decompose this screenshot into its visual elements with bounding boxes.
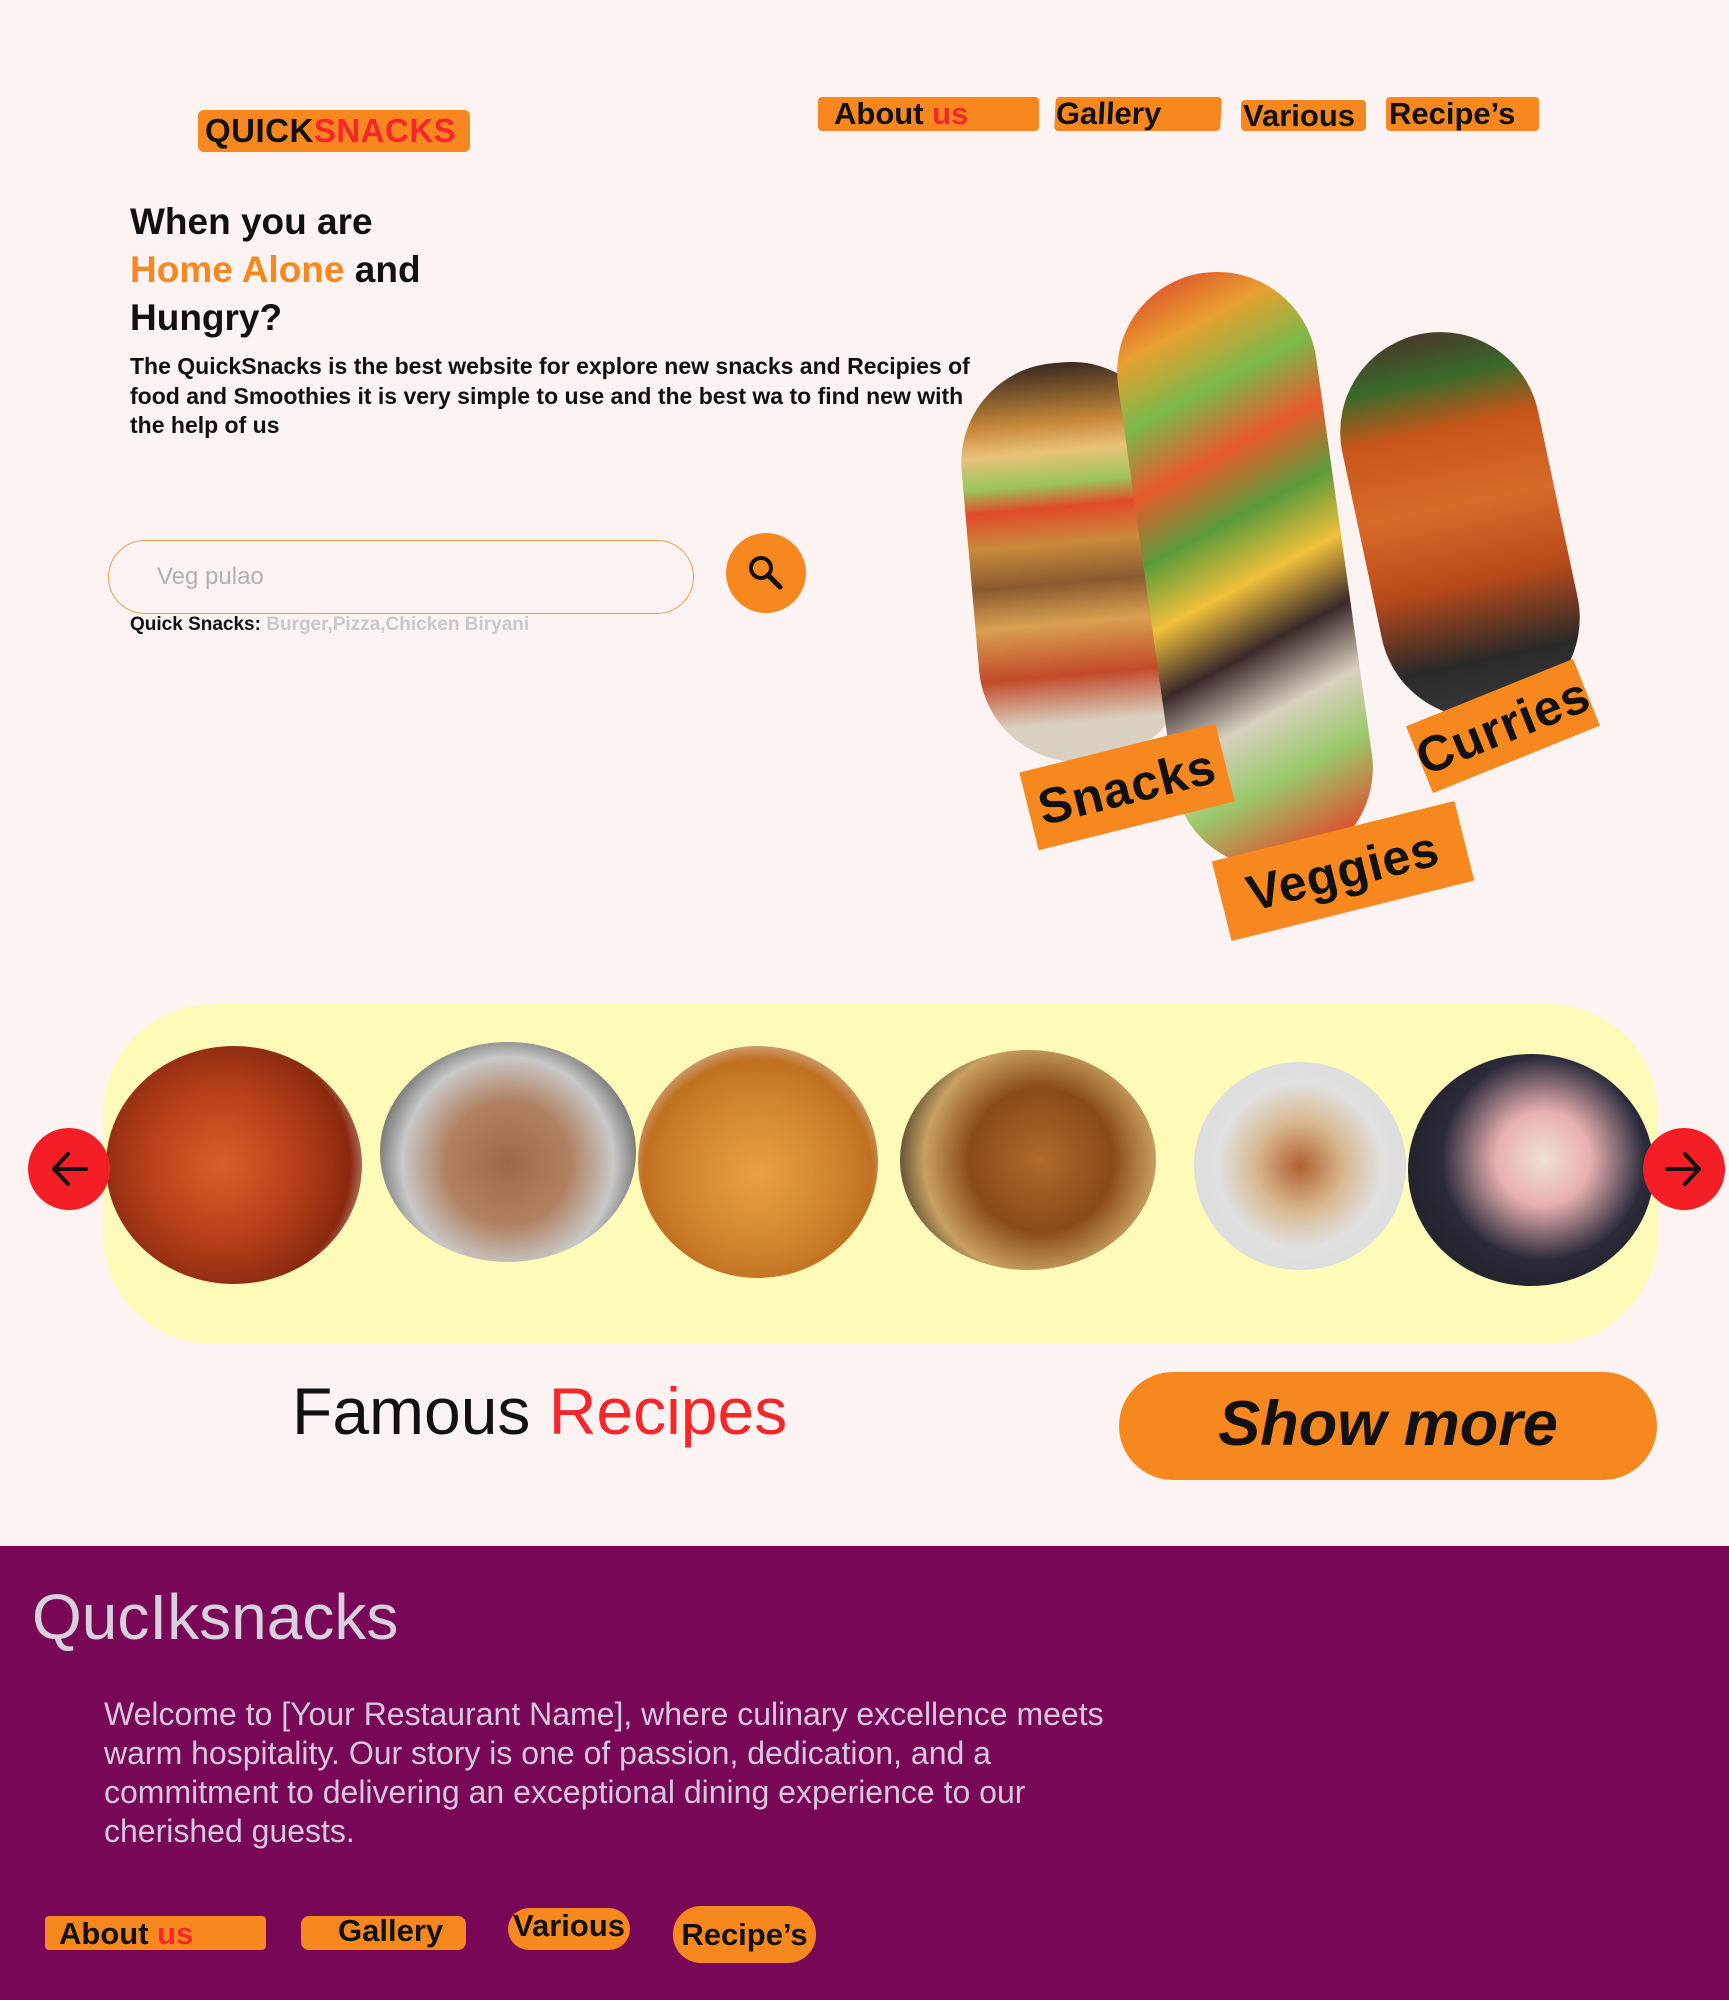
hero-and: and — [344, 249, 421, 290]
footer-nav-gallery[interactable]: Gallery — [301, 1913, 466, 1950]
carousel-item-cutlets[interactable] — [900, 1050, 1156, 1270]
carousel-prev-button[interactable] — [28, 1128, 110, 1210]
footer-nav-about-us[interactable]: About us — [45, 1916, 266, 1951]
nav-various[interactable]: Various — [1241, 100, 1366, 131]
hero-home-alone: Home Alone — [130, 249, 345, 290]
nav-about-accent: us — [932, 96, 969, 131]
quick-snacks-suggestions: Quick Snacks: Burger,Pizza,Chicken Birya… — [130, 614, 529, 636]
hero-description: The QuickSnacks is the best website for … — [130, 353, 970, 438]
nav-recipes[interactable]: Recipe’s — [1386, 97, 1539, 131]
show-more-button[interactable]: Show more — [1119, 1372, 1657, 1480]
arrow-right-icon — [1665, 1152, 1701, 1186]
logo-text-snacks: SNACKS — [313, 112, 457, 149]
arrow-left-icon — [52, 1152, 88, 1186]
nav-gallery[interactable]: Gallery — [1054, 96, 1222, 131]
nav-about-label: About — [834, 96, 933, 131]
carousel-item-fried-chicken[interactable] — [638, 1046, 878, 1278]
carousel-item-chocolate-cake[interactable] — [380, 1042, 636, 1262]
quick-snacks-label: Quick Snacks: — [130, 614, 261, 635]
quick-snacks-list[interactable]: Burger,Pizza,Chicken Biryani — [261, 614, 529, 635]
carousel-next-button[interactable] — [1643, 1128, 1725, 1210]
nav-recipes-label: Recipe’s — [1389, 96, 1516, 131]
footer-title: QucIksnacks — [32, 1581, 399, 1653]
footer-nav-recipes-label: Recipe’s — [681, 1917, 808, 1952]
famous-word: Famous — [292, 1374, 549, 1448]
hero-line-2: Home Alone and — [130, 246, 421, 294]
hero-headline: When you are Home Alone and Hungry? — [130, 198, 421, 342]
nav-about-us[interactable]: About us — [818, 97, 1039, 131]
footer-nav-recipes[interactable]: Recipe’s — [673, 1906, 816, 1963]
nav-gallery-label: Gallery — [1055, 96, 1163, 131]
hero-line-3: Hungry? — [130, 297, 283, 338]
carousel-item-sandwich-bars[interactable] — [1194, 1062, 1406, 1270]
site-logo[interactable]: QUICKSNACKS — [198, 110, 470, 152]
footer-nav-various[interactable]: Various — [508, 1908, 630, 1950]
hero-line-1: When you are — [130, 201, 373, 242]
carousel-item-paneer-curry[interactable] — [106, 1046, 362, 1284]
famous-recipes-heading: Famous Recipes — [292, 1373, 787, 1449]
footer-nav-about-accent: us — [157, 1916, 194, 1951]
search-button[interactable] — [726, 533, 806, 613]
search-input[interactable] — [108, 540, 694, 614]
footer-nav-various-label: Various — [513, 1908, 625, 1943]
footer-nav-about-label: About — [59, 1916, 158, 1951]
logo-text-quick: QUICK — [205, 112, 314, 149]
search-icon — [749, 556, 783, 590]
carousel-item-ice-cream[interactable] — [1408, 1054, 1654, 1286]
nav-various-label: Various — [1243, 98, 1355, 133]
recipes-word: Recipes — [548, 1374, 788, 1448]
footer-nav-gallery-label: Gallery — [338, 1913, 444, 1948]
footer-about-text: Welcome to [Your Restaurant Name], where… — [104, 1696, 1104, 1849]
